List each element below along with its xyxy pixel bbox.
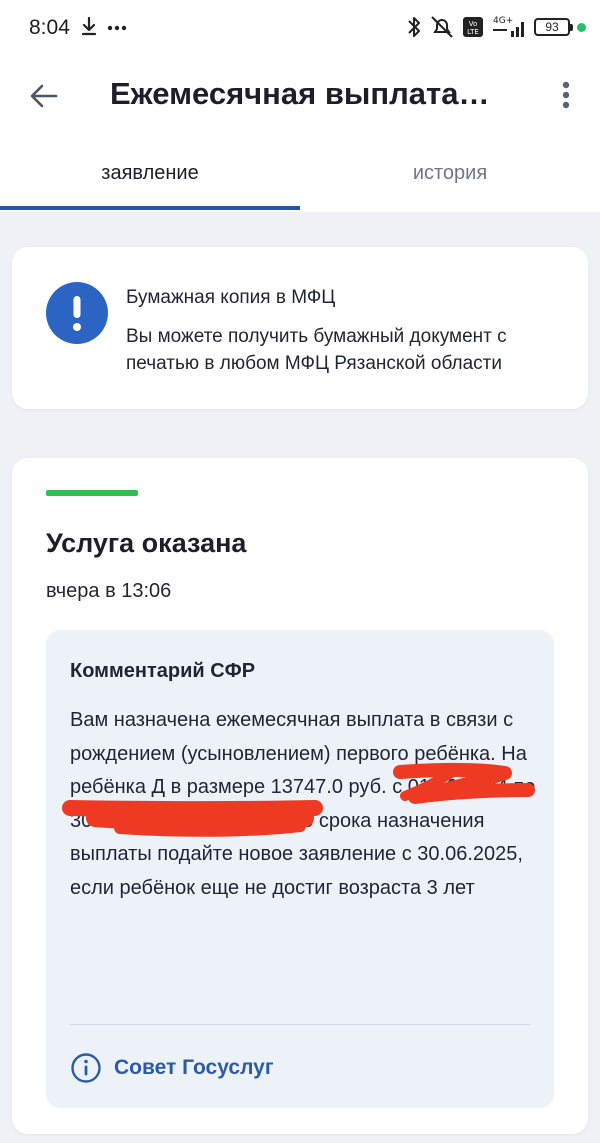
more-vertical-icon[interactable]: [552, 80, 580, 112]
notice-card: Бумажная копия в МФЦ Вы можете получить …: [12, 247, 588, 409]
status-time: вчера в 13:06: [46, 580, 172, 602]
download-icon: [81, 16, 97, 36]
tab-history[interactable]: история: [300, 162, 600, 185]
gosuslugi-tip-link[interactable]: Совет Госуслуг: [70, 1052, 274, 1084]
svg-text:4G+: 4G+: [493, 16, 513, 26]
system-status-bar: 8:04 Vo LTE 4G+ 93: [0, 0, 600, 58]
volte-icon: Vo LTE: [463, 17, 483, 37]
status-title: Услуга оказана: [46, 528, 247, 558]
exclamation-icon: [46, 282, 108, 344]
mute-icon: [431, 16, 453, 38]
status-left-icons: [81, 16, 127, 36]
svg-text:LTE: LTE: [467, 28, 479, 36]
info-icon: [71, 1053, 101, 1083]
svg-text:Vo: Vo: [469, 20, 478, 28]
status-time: 8:04: [29, 16, 70, 39]
tip-label: Совет Госуслуг: [114, 1056, 274, 1079]
more-dots-icon: [107, 25, 127, 31]
signal-icon: 4G+: [493, 16, 524, 37]
comment-text: Вам назначена ежемесячная выплата в связ…: [70, 709, 536, 899]
page-title: Ежемесячная выплата…: [110, 76, 490, 111]
status-card: Услуга оказана вчера в 13:06 Комментарий…: [12, 458, 588, 1134]
dot-indicator: [577, 22, 586, 32]
tab-application[interactable]: заявление: [0, 162, 300, 185]
battery-icon: 93: [534, 18, 573, 36]
notice-title: Бумажная копия в МФЦ: [126, 287, 336, 308]
notice-text: Вы можете получить бумажный документ с п…: [126, 326, 507, 374]
bluetooth-icon: [408, 17, 420, 37]
comment-title: Комментарий СФР: [70, 660, 256, 682]
status-progress-indicator: [46, 490, 138, 496]
divider: [70, 1024, 530, 1025]
comment-box: Комментарий СФР Вам назначена ежемесячна…: [46, 630, 554, 1108]
active-tab-indicator: [0, 206, 300, 210]
arrow-left-icon[interactable]: [26, 78, 62, 114]
